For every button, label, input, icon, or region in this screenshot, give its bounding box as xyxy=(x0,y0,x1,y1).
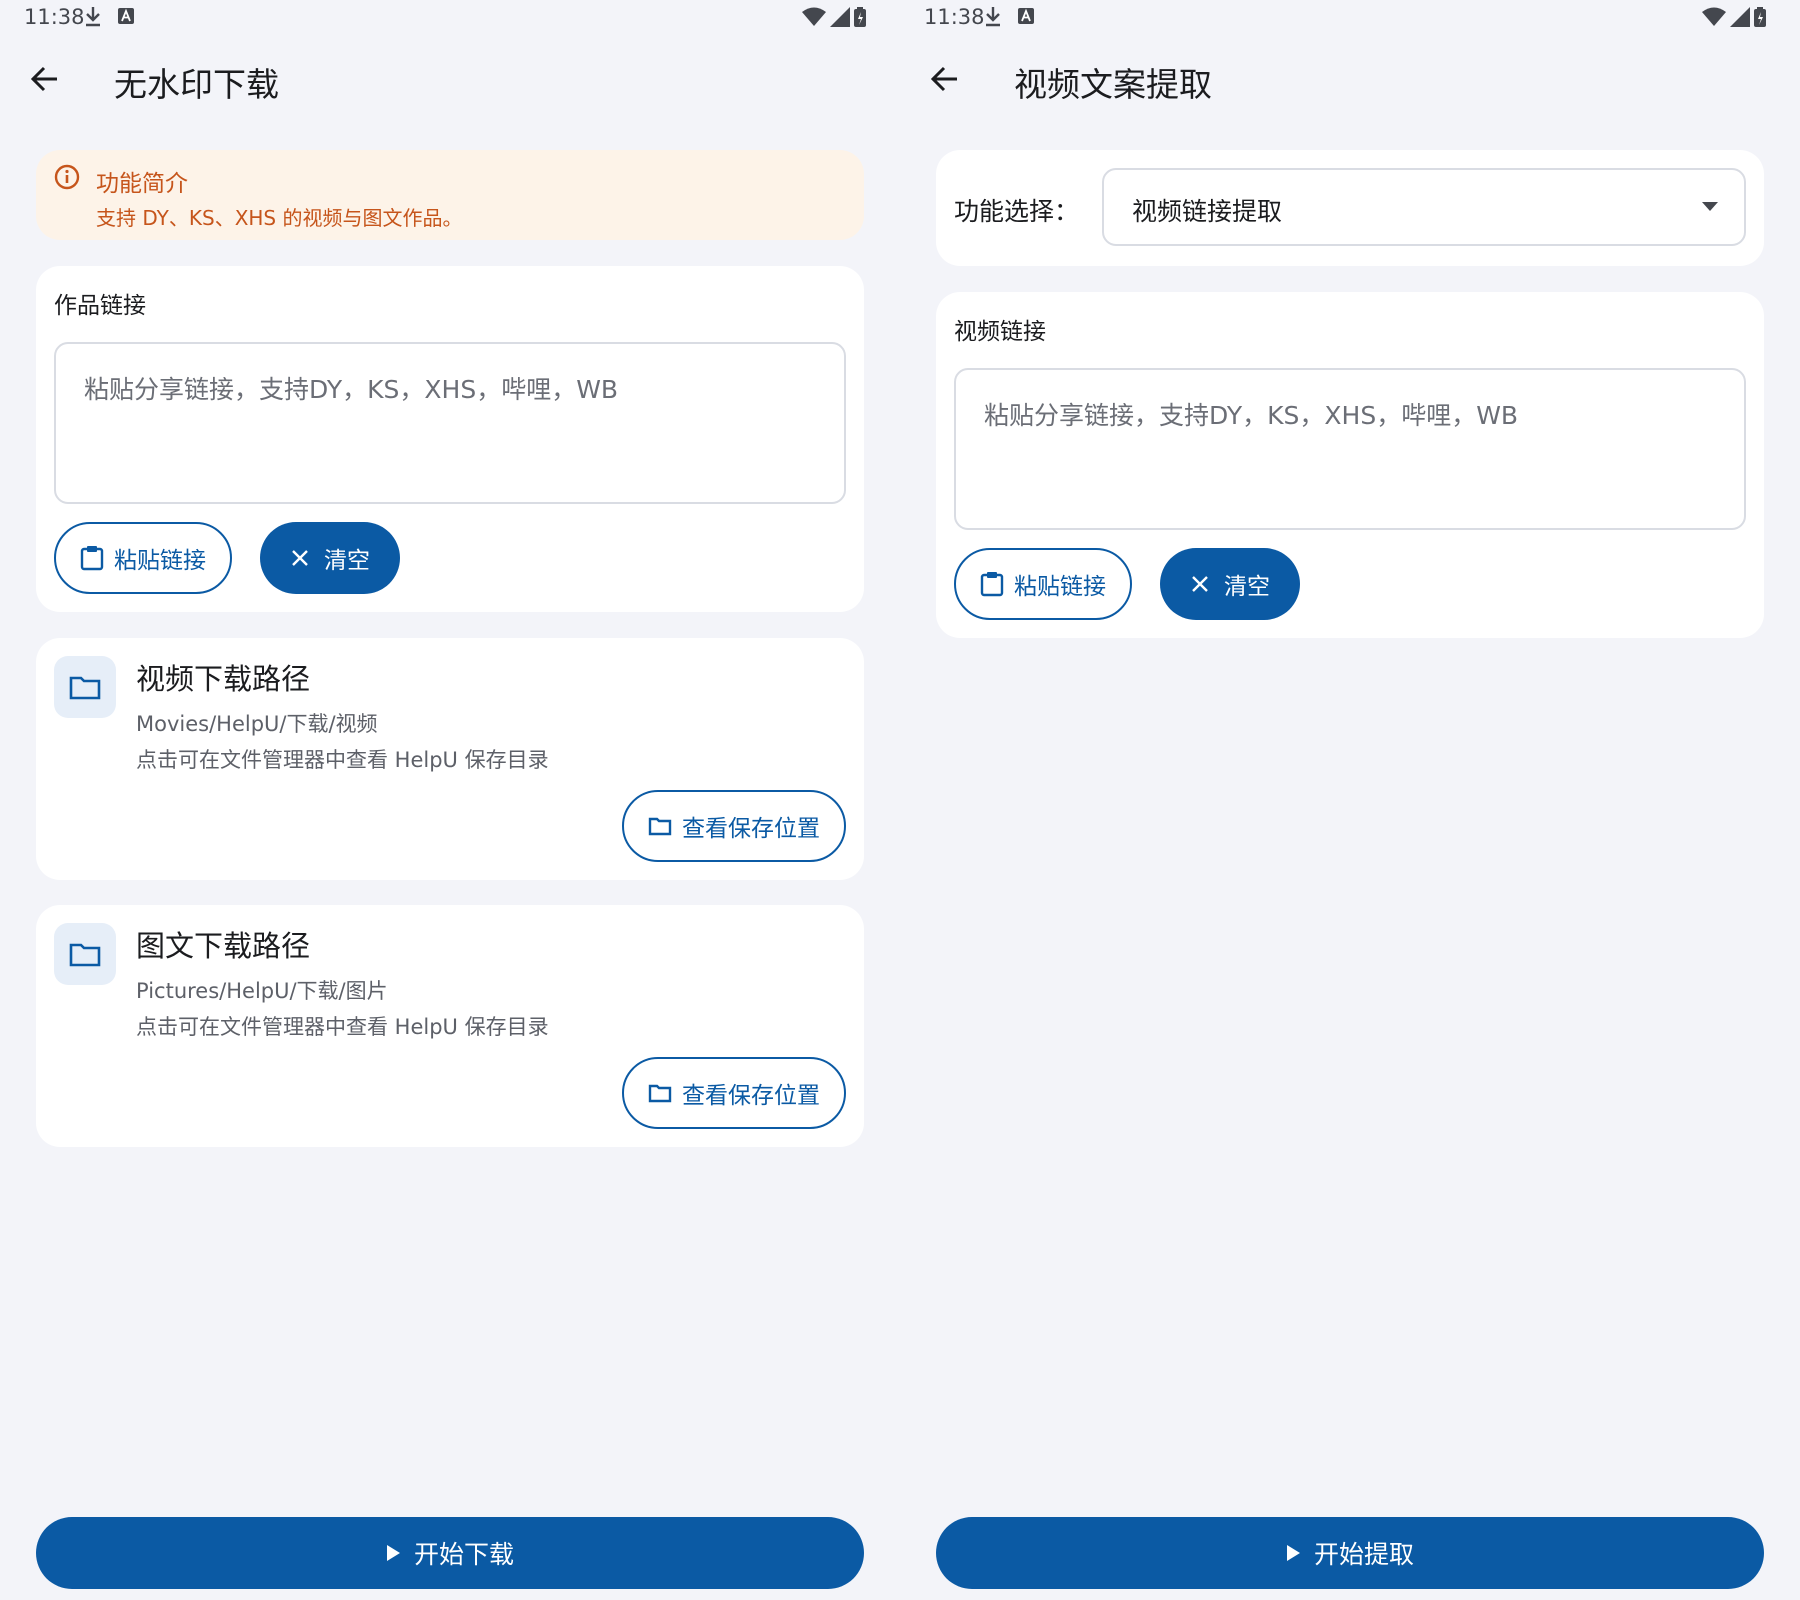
info-title: 功能简介 xyxy=(96,171,188,197)
view-image-location-button[interactable]: 查看保存位置 xyxy=(622,1057,846,1129)
image-path-value: Pictures/HelpU/下载/图片 xyxy=(136,979,388,1003)
download-icon xyxy=(984,5,1002,31)
page-title: 无水印下载 xyxy=(114,65,279,104)
dropdown-arrow-icon xyxy=(1702,202,1718,211)
function-select-dropdown[interactable]: 视频链接提取 xyxy=(1102,168,1746,246)
view-location-label: 查看保存位置 xyxy=(682,1083,820,1109)
image-path-title: 图文下载路径 xyxy=(136,929,311,963)
paste-link-button[interactable]: 粘贴链接 xyxy=(954,548,1132,620)
folder-icon xyxy=(648,1084,672,1103)
clear-button[interactable]: 清空 xyxy=(260,522,400,594)
signal-icon xyxy=(1730,7,1750,27)
folder-icon xyxy=(69,943,101,967)
function-select-card: 功能选择： 视频链接提取 xyxy=(936,150,1764,266)
image-path-hint: 点击可在文件管理器中查看 HelpU 保存目录 xyxy=(136,1015,549,1039)
paste-link-button[interactable]: 粘贴链接 xyxy=(54,522,232,594)
view-video-location-button[interactable]: 查看保存位置 xyxy=(622,790,846,862)
view-location-label: 查看保存位置 xyxy=(682,816,820,842)
battery-icon xyxy=(854,7,866,27)
start-download-button[interactable]: 开始下载 xyxy=(36,1517,864,1589)
video-path-title: 视频下载路径 xyxy=(136,662,311,696)
back-button[interactable] xyxy=(22,56,68,102)
status-bar: 11:38 xyxy=(0,0,900,34)
status-time: 11:38 xyxy=(24,5,85,29)
link-input[interactable] xyxy=(954,368,1746,530)
page-title: 视频文案提取 xyxy=(1014,65,1212,104)
start-download-label: 开始下载 xyxy=(413,1540,514,1569)
app-notification-icon xyxy=(1018,8,1034,28)
video-path-hint: 点击可在文件管理器中查看 HelpU 保存目录 xyxy=(136,748,549,772)
play-icon xyxy=(1286,1545,1300,1561)
extract-screen: 11:38 视频文案提取 功能选择： 视频链接提取 视频链接 粘贴链接 xyxy=(900,0,1800,1600)
back-button[interactable] xyxy=(922,56,968,102)
link-card: 视频链接 粘贴链接 清空 xyxy=(936,292,1764,638)
link-input[interactable] xyxy=(54,342,846,504)
clipboard-icon xyxy=(980,572,1004,597)
clipboard-icon xyxy=(80,546,104,571)
close-icon xyxy=(1192,576,1208,592)
folder-badge xyxy=(54,923,116,985)
signal-icon xyxy=(830,7,850,27)
paste-link-label: 粘贴链接 xyxy=(114,548,206,574)
wifi-icon xyxy=(1702,7,1726,26)
close-icon xyxy=(292,550,308,566)
folder-icon xyxy=(648,817,672,836)
clear-button[interactable]: 清空 xyxy=(1160,548,1300,620)
folder-badge xyxy=(54,656,116,718)
paste-link-label: 粘贴链接 xyxy=(1014,574,1106,600)
app-bar: 无水印下载 xyxy=(0,44,900,114)
wifi-icon xyxy=(802,7,826,26)
status-icons xyxy=(802,7,866,27)
video-path-value: Movies/HelpU/下载/视频 xyxy=(136,712,378,736)
start-extract-button[interactable]: 开始提取 xyxy=(936,1517,1764,1589)
status-time: 11:38 xyxy=(924,5,985,29)
status-bar: 11:38 xyxy=(900,0,1800,34)
link-label: 作品链接 xyxy=(54,293,146,319)
info-icon xyxy=(54,164,80,194)
video-path-card[interactable]: 视频下载路径 Movies/HelpU/下载/视频 点击可在文件管理器中查看 H… xyxy=(36,638,864,880)
download-icon xyxy=(84,5,102,31)
info-text: 支持 DY、KS、XHS 的视频与图文作品。 xyxy=(96,206,463,230)
battery-icon xyxy=(1754,7,1766,27)
function-select-value: 视频链接提取 xyxy=(1132,197,1283,226)
link-card: 作品链接 粘贴链接 清空 xyxy=(36,266,864,612)
clear-label: 清空 xyxy=(324,548,370,574)
app-bar: 视频文案提取 xyxy=(900,44,1800,114)
start-extract-label: 开始提取 xyxy=(1313,1540,1414,1569)
download-screen: 11:38 无水印下载 功能简介 支持 DY、KS、XHS 的视频与图文作品。 … xyxy=(0,0,900,1600)
clear-label: 清空 xyxy=(1224,574,1270,600)
link-label: 视频链接 xyxy=(954,319,1046,345)
arrow-back-icon xyxy=(931,66,957,92)
arrow-back-icon xyxy=(31,66,57,92)
function-select-label: 功能选择： xyxy=(954,197,1080,226)
play-icon xyxy=(386,1545,400,1561)
info-card: 功能简介 支持 DY、KS、XHS 的视频与图文作品。 xyxy=(36,150,864,240)
status-icons xyxy=(1702,7,1766,27)
folder-icon xyxy=(69,676,101,700)
app-notification-icon xyxy=(118,8,134,28)
image-path-card[interactable]: 图文下载路径 Pictures/HelpU/下载/图片 点击可在文件管理器中查看… xyxy=(36,905,864,1147)
